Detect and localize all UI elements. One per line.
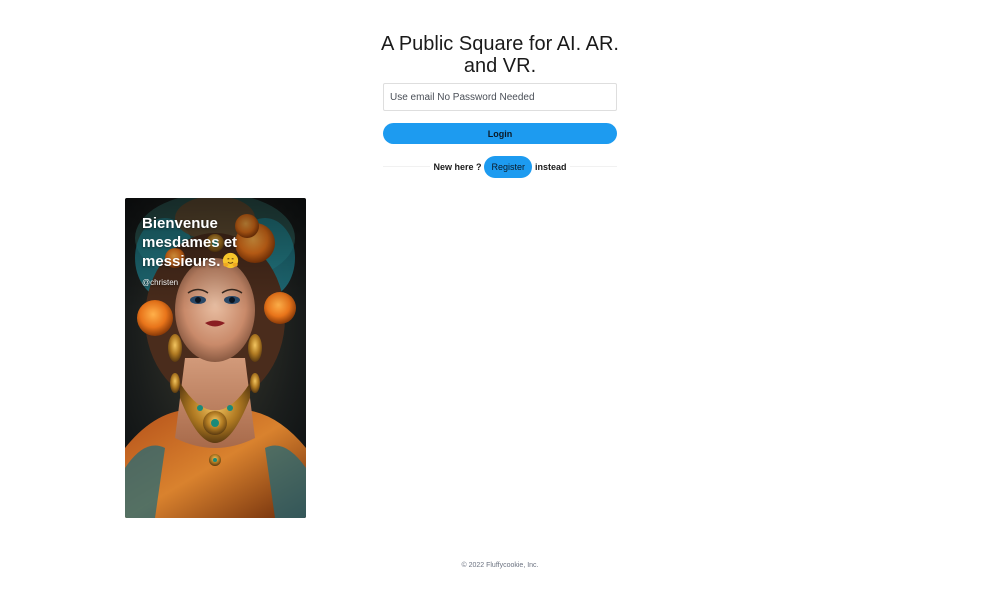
new-here-text: New here ?	[430, 161, 485, 172]
post-card[interactable]: Bienvenue mesdames et messieurs. @christ…	[125, 198, 306, 518]
post-author[interactable]: @christen	[142, 278, 178, 287]
instead-text: instead	[532, 161, 570, 172]
login-button[interactable]: Login	[383, 123, 617, 144]
login-page: A Public Square for AI. AR. and VR. Logi…	[0, 0, 1000, 600]
register-button[interactable]: Register	[484, 155, 532, 178]
register-prompt: New here ? Register instead	[383, 155, 617, 178]
email-field[interactable]	[383, 83, 617, 111]
footer-copyright: © 2022 Fluffycookie, Inc.	[461, 562, 539, 569]
post-title: Bienvenue mesdames et messieurs.	[142, 214, 292, 271]
hugging-face-icon	[223, 252, 239, 269]
page-title: A Public Square for AI. AR. and VR.	[381, 33, 619, 77]
